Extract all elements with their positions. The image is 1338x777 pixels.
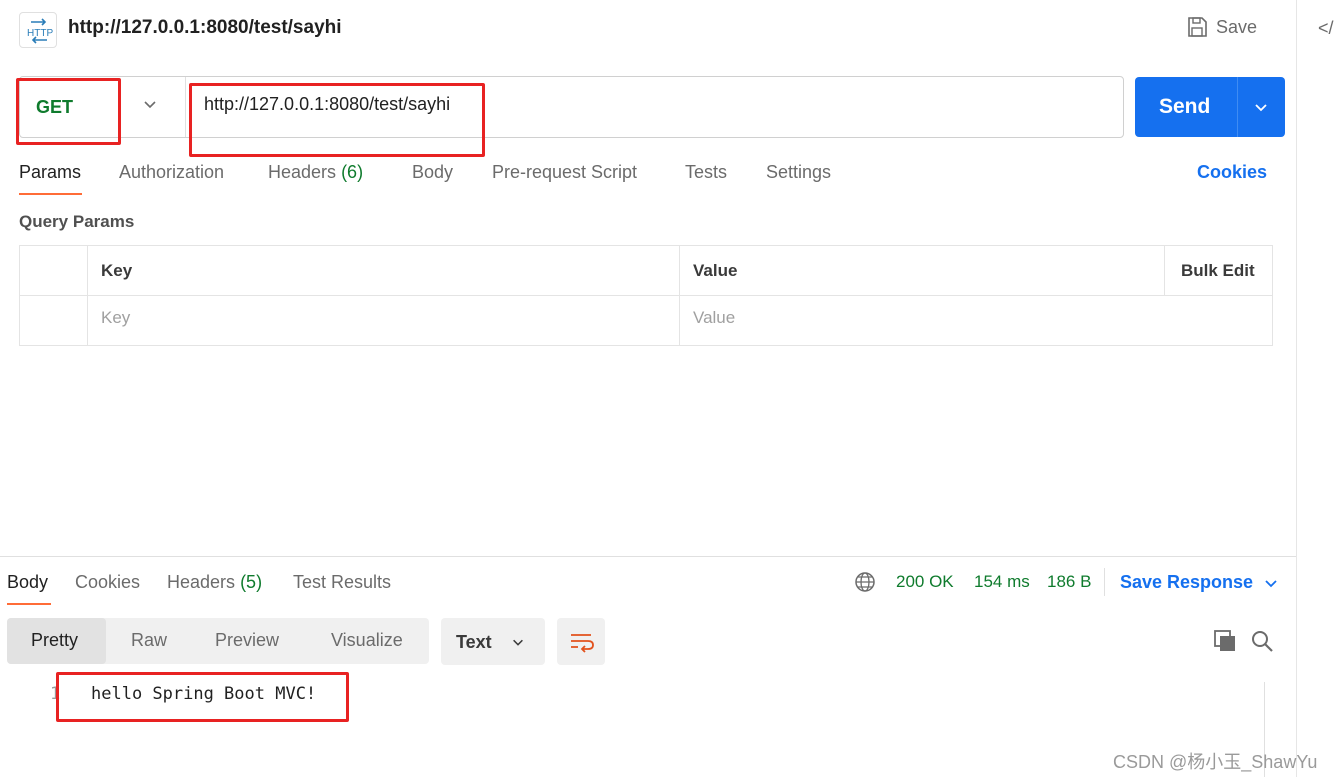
search-icon[interactable] <box>1250 629 1274 658</box>
request-title[interactable]: http://127.0.0.1:8080/test/sayhi <box>68 17 342 39</box>
tab-tests[interactable]: Tests <box>685 162 727 183</box>
format-label: Text <box>456 632 492 652</box>
tab-pre-request-script[interactable]: Pre-request Script <box>492 162 637 183</box>
tab-authorization[interactable]: Authorization <box>119 162 224 183</box>
table-header-row <box>20 246 1272 296</box>
response-time[interactable]: 154 ms <box>974 572 1030 592</box>
save-icon <box>1188 17 1207 37</box>
annotation-box-method <box>16 78 121 145</box>
wrap-lines-icon <box>571 634 594 653</box>
save-response-label: Save Response <box>1120 572 1254 592</box>
chevron-down-icon[interactable] <box>142 96 158 117</box>
active-response-tab-indicator <box>7 603 51 605</box>
table-divider <box>87 246 88 345</box>
response-tab-headers[interactable]: Headers (5) <box>167 572 262 593</box>
response-size[interactable]: 186 B <box>1047 572 1091 592</box>
http-request-icon: HTTP <box>19 12 57 48</box>
right-panel-divider <box>1296 0 1297 777</box>
table-divider <box>1164 246 1165 296</box>
bulk-edit-button[interactable]: Bulk Edit <box>1181 261 1255 281</box>
view-raw[interactable]: Raw <box>131 630 167 651</box>
save-button[interactable]: Save <box>1186 16 1257 38</box>
chevron-down-icon <box>1265 579 1277 587</box>
cookies-link[interactable]: Cookies <box>1197 162 1267 183</box>
tab-headers-count: (6) <box>341 162 364 182</box>
view-pretty[interactable]: Pretty <box>31 630 78 651</box>
tab-headers-label: Headers <box>268 162 337 182</box>
key-input[interactable]: Key <box>101 308 130 328</box>
annotation-box-response <box>56 672 349 722</box>
tab-body[interactable]: Body <box>412 162 453 183</box>
view-preview[interactable]: Preview <box>215 630 279 651</box>
view-visualize[interactable]: Visualize <box>331 630 403 651</box>
method-divider <box>185 77 186 137</box>
copy-icon[interactable] <box>1213 629 1237 658</box>
save-response-button[interactable]: Save Response <box>1120 572 1279 593</box>
tab-settings[interactable]: Settings <box>766 162 831 183</box>
chevron-down-icon[interactable] <box>1253 99 1269 120</box>
code-icon[interactable]: </ <box>1318 18 1334 39</box>
globe-icon[interactable] <box>854 571 876 598</box>
value-input[interactable]: Value <box>693 308 735 328</box>
watermark: CSDN @杨小玉_ShawYu <box>1113 752 1318 772</box>
response-tab-cookies[interactable]: Cookies <box>75 572 140 593</box>
column-header-key: Key <box>101 261 133 280</box>
query-params-title: Query Params <box>19 212 135 231</box>
response-divider <box>0 556 1296 557</box>
save-label: Save <box>1216 16 1258 37</box>
column-header-value: Value <box>693 261 738 280</box>
query-params-table: Key Value Bulk Edit Key Value <box>19 245 1273 346</box>
status-divider <box>1104 568 1105 596</box>
response-tab-body[interactable]: Body <box>7 572 48 593</box>
status-code[interactable]: 200 OK <box>896 572 954 592</box>
annotation-box-url <box>189 83 485 157</box>
response-tab-test-results[interactable]: Test Results <box>293 572 391 593</box>
send-label: Send <box>1159 95 1211 118</box>
response-tab-headers-count: (5) <box>240 572 263 592</box>
chevron-down-icon <box>511 635 525 654</box>
response-tab-headers-label: Headers <box>167 572 236 592</box>
tab-headers[interactable]: Headers (6) <box>268 162 363 183</box>
send-button[interactable]: Send <box>1135 77 1285 137</box>
active-tab-indicator <box>19 193 82 195</box>
table-divider <box>679 246 680 345</box>
tab-params[interactable]: Params <box>19 162 81 183</box>
http-icon-label: HTTP <box>27 28 53 39</box>
send-split-divider <box>1237 77 1238 137</box>
wrap-lines-button[interactable] <box>557 618 605 665</box>
